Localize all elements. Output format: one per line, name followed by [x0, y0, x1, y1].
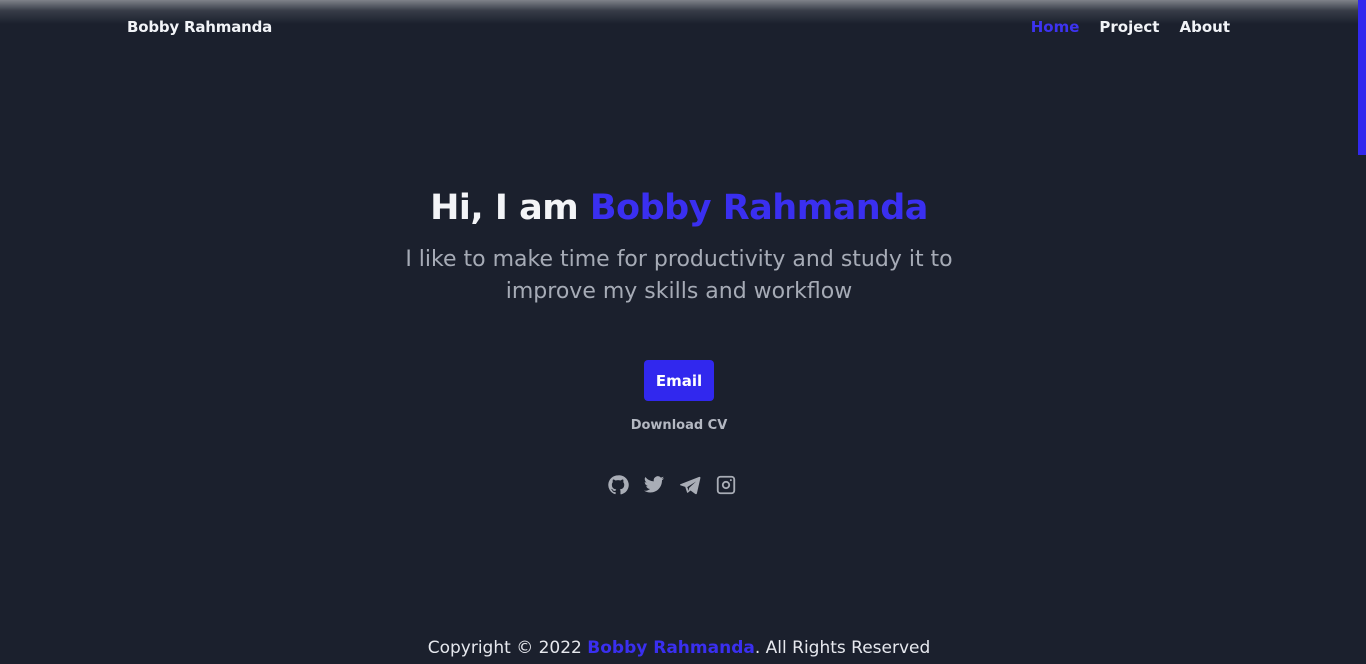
email-button[interactable]: Email	[644, 360, 714, 401]
telegram-icon[interactable]	[679, 474, 701, 496]
navbar: Bobby Rahmanda Home Project About	[0, 0, 1358, 56]
brand-logo[interactable]: Bobby Rahmanda	[127, 18, 272, 36]
hero-subtitle: I like to make time for productivity and…	[405, 247, 953, 304]
download-cv-row: Download CV	[0, 418, 1358, 433]
footer-rights: . All Rights Reserved	[754, 638, 931, 658]
nav-links: Home Project About	[1031, 18, 1230, 36]
hero-title: Hi, I am Bobby Rahmanda	[0, 188, 1358, 228]
github-icon[interactable]	[607, 474, 629, 496]
social-links	[607, 474, 737, 496]
download-cv-link[interactable]: Download CV	[631, 418, 728, 433]
nav-link-home[interactable]: Home	[1031, 18, 1080, 36]
nav-link-about[interactable]: About	[1179, 18, 1230, 36]
twitter-icon[interactable]	[643, 474, 665, 496]
scrollbar-track[interactable]	[1358, 0, 1366, 664]
footer-name-link[interactable]: Bobby Rahmanda	[587, 638, 755, 658]
hero-greeting: Hi, I am	[430, 188, 590, 228]
instagram-icon[interactable]	[715, 474, 737, 496]
hero-name: Bobby Rahmanda	[589, 188, 929, 228]
footer-copyright: Copyright © 2022	[427, 638, 588, 658]
footer: Copyright © 2022 Bobby Rahmanda. All Rig…	[0, 638, 1358, 658]
nav-link-project[interactable]: Project	[1099, 18, 1159, 36]
scrollbar-thumb[interactable]	[1358, 0, 1366, 155]
